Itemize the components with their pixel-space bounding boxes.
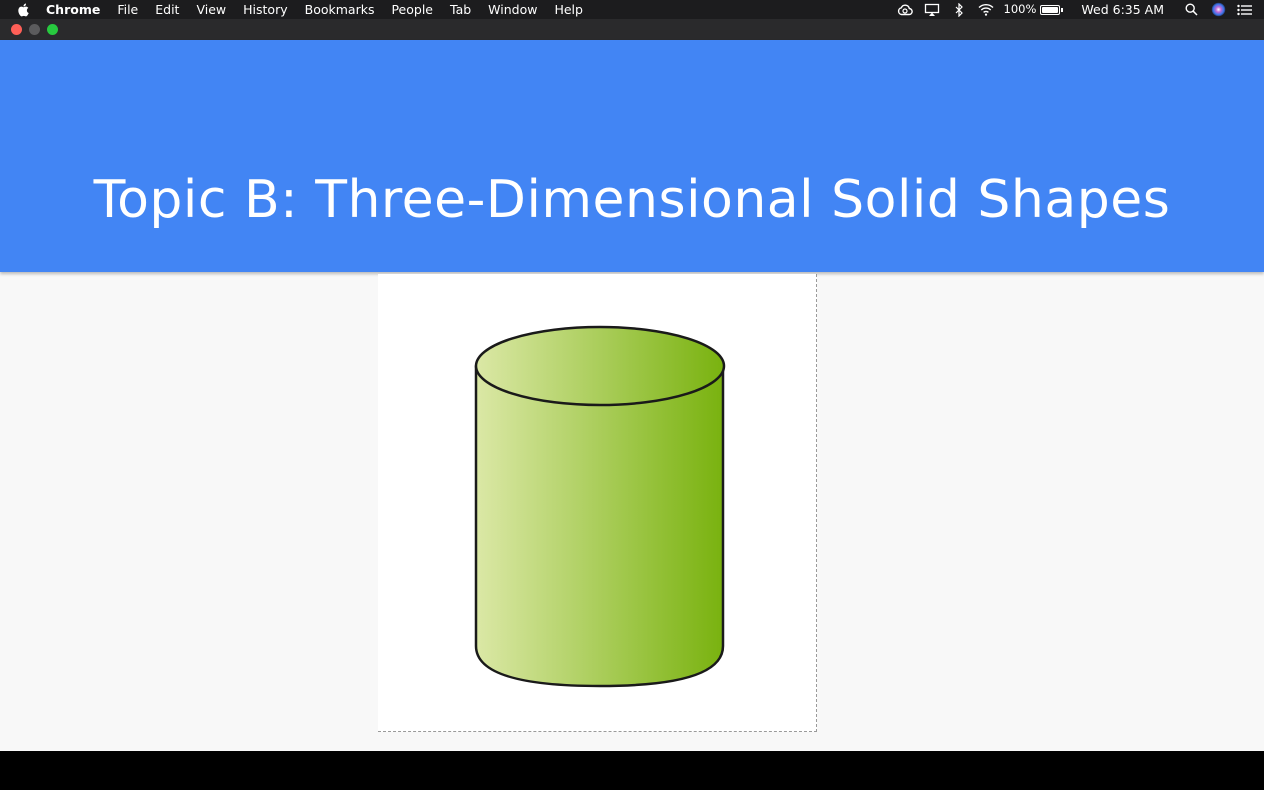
slide-title: Topic B: Three-Dimensional Solid Shapes <box>93 170 1171 230</box>
notification-center-icon[interactable] <box>1236 0 1254 19</box>
search-icon[interactable] <box>1182 0 1200 19</box>
cylinder-image <box>378 274 817 732</box>
battery-indicator[interactable]: 100% <box>1004 0 1064 19</box>
menu-edit[interactable]: Edit <box>155 0 179 19</box>
apple-icon[interactable] <box>16 0 30 19</box>
cylinder-illustration <box>474 325 726 688</box>
menu-chrome[interactable]: Chrome <box>46 0 100 19</box>
battery-level <box>1042 6 1059 13</box>
creative-cloud-icon[interactable] <box>896 0 914 19</box>
wifi-icon[interactable] <box>977 0 995 19</box>
zoom-window-button[interactable] <box>47 24 58 35</box>
menu-file[interactable]: File <box>117 0 138 19</box>
cylinder-body <box>474 364 725 688</box>
siri-icon[interactable] <box>1209 0 1227 19</box>
menu-view[interactable]: View <box>196 0 226 19</box>
status-area: 100% Wed 6:35 AM <box>896 0 1264 19</box>
menu-tab[interactable]: Tab <box>450 0 471 19</box>
bluetooth-icon[interactable] <box>950 0 968 19</box>
airplay-icon[interactable] <box>923 0 941 19</box>
window-titlebar <box>0 19 1264 41</box>
cylinder-top <box>474 325 726 407</box>
menu-help[interactable]: Help <box>554 0 583 19</box>
close-window-button[interactable] <box>11 24 22 35</box>
menu-history[interactable]: History <box>243 0 287 19</box>
bottom-black-bar <box>0 751 1264 790</box>
battery-icon <box>1040 4 1061 15</box>
slide: Topic B: Three-Dimensional Solid Shapes <box>0 40 1264 751</box>
menu-people[interactable]: People <box>391 0 433 19</box>
menu-bar: Chrome File Edit View History Bookmarks … <box>0 0 1264 19</box>
menu-window[interactable]: Window <box>488 0 537 19</box>
minimize-window-button[interactable] <box>29 24 40 35</box>
menu-bookmarks[interactable]: Bookmarks <box>305 0 375 19</box>
slide-title-band: Topic B: Three-Dimensional Solid Shapes <box>0 40 1264 272</box>
clock[interactable]: Wed 6:35 AM <box>1081 0 1164 19</box>
battery-percent: 100% <box>1003 2 1037 16</box>
